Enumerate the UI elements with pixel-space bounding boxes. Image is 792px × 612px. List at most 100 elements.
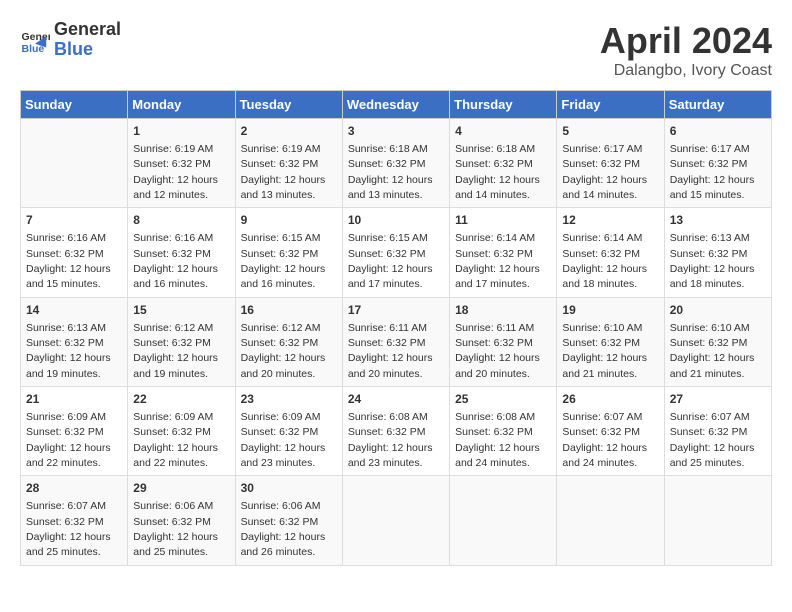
day-info: Sunrise: 6:12 AM Sunset: 6:32 PM Dayligh…: [133, 322, 218, 380]
day-number: 4: [455, 123, 551, 140]
title-block: April 2024 Dalangbo, Ivory Coast: [600, 20, 772, 80]
calendar-cell: 19 Sunrise: 6:10 AM Sunset: 6:32 PM Dayli…: [557, 297, 664, 386]
day-number: 2: [241, 123, 337, 140]
logo-icon: General Blue: [20, 25, 50, 55]
day-info: Sunrise: 6:11 AM Sunset: 6:32 PM Dayligh…: [455, 322, 540, 380]
page-header: General Blue General Blue April 2024 Dal…: [20, 20, 772, 80]
calendar-week-3: 14Sunrise: 6:13 AM Sunset: 6:32 PM Dayli…: [21, 297, 772, 386]
calendar-cell: 16 Sunrise: 6:12 AM Sunset: 6:32 PM Dayli…: [235, 297, 342, 386]
calendar-cell: 29 Sunrise: 6:06 AM Sunset: 6:32 PM Dayli…: [128, 476, 235, 565]
col-header-sunday: Sunday: [21, 91, 128, 119]
day-info: Sunrise: 6:08 AM Sunset: 6:32 PM Dayligh…: [455, 411, 540, 469]
calendar-cell: 27 Sunrise: 6:07 AM Sunset: 6:32 PM Dayli…: [664, 387, 771, 476]
calendar-body: 1 Sunrise: 6:19 AM Sunset: 6:32 PM Daylig…: [21, 119, 772, 566]
calendar-cell: 25 Sunrise: 6:08 AM Sunset: 6:32 PM Dayli…: [450, 387, 557, 476]
calendar-cell: 6Sunrise: 6:17 AM Sunset: 6:32 PM Daylig…: [664, 119, 771, 208]
day-info: Sunrise: 6:13 AM Sunset: 6:32 PM Dayligh…: [26, 322, 111, 380]
calendar-cell: 24 Sunrise: 6:08 AM Sunset: 6:32 PM Dayli…: [342, 387, 449, 476]
calendar-cell: 21 Sunrise: 6:09 AM Sunset: 6:32 PM Dayli…: [21, 387, 128, 476]
day-number: 16: [241, 302, 337, 319]
logo-text: General Blue: [54, 20, 121, 60]
day-number: 18: [455, 302, 551, 319]
day-number: 1: [133, 123, 229, 140]
calendar-cell: 12 Sunrise: 6:14 AM Sunset: 6:32 PM Dayli…: [557, 208, 664, 297]
col-header-monday: Monday: [128, 91, 235, 119]
day-info: Sunrise: 6:07 AM Sunset: 6:32 PM Dayligh…: [670, 411, 755, 469]
day-number: 15: [133, 302, 229, 319]
day-info: Sunrise: 6:10 AM Sunset: 6:32 PM Dayligh…: [670, 322, 755, 380]
calendar-cell: 5 Sunrise: 6:17 AM Sunset: 6:32 PM Daylig…: [557, 119, 664, 208]
day-info: Sunrise: 6:18 AM Sunset: 6:32 PM Dayligh…: [348, 143, 433, 201]
calendar-cell: 4 Sunrise: 6:18 AM Sunset: 6:32 PM Daylig…: [450, 119, 557, 208]
calendar-cell: 9 Sunrise: 6:15 AM Sunset: 6:32 PM Daylig…: [235, 208, 342, 297]
calendar-cell: [450, 476, 557, 565]
day-number: 5: [562, 123, 658, 140]
day-number: 28: [26, 480, 122, 497]
col-header-saturday: Saturday: [664, 91, 771, 119]
calendar-cell: [342, 476, 449, 565]
day-number: 3: [348, 123, 444, 140]
calendar-cell: 10Sunrise: 6:15 AM Sunset: 6:32 PM Dayli…: [342, 208, 449, 297]
day-info: Sunrise: 6:16 AM Sunset: 6:32 PM Dayligh…: [133, 232, 218, 290]
col-header-wednesday: Wednesday: [342, 91, 449, 119]
day-info: Sunrise: 6:06 AM Sunset: 6:32 PM Dayligh…: [241, 500, 326, 558]
calendar-cell: 22Sunrise: 6:09 AM Sunset: 6:32 PM Dayli…: [128, 387, 235, 476]
day-number: 27: [670, 391, 766, 408]
calendar-cell: 11 Sunrise: 6:14 AM Sunset: 6:32 PM Dayli…: [450, 208, 557, 297]
day-number: 30: [241, 480, 337, 497]
day-number: 22: [133, 391, 229, 408]
calendar-cell: 28Sunrise: 6:07 AM Sunset: 6:32 PM Dayli…: [21, 476, 128, 565]
day-info: Sunrise: 6:14 AM Sunset: 6:32 PM Dayligh…: [455, 232, 540, 290]
day-number: 23: [241, 391, 337, 408]
calendar-cell: 26Sunrise: 6:07 AM Sunset: 6:32 PM Dayli…: [557, 387, 664, 476]
day-info: Sunrise: 6:17 AM Sunset: 6:32 PM Dayligh…: [670, 143, 755, 201]
day-info: Sunrise: 6:18 AM Sunset: 6:32 PM Dayligh…: [455, 143, 540, 201]
day-number: 9: [241, 212, 337, 229]
day-number: 7: [26, 212, 122, 229]
calendar-header-row: SundayMondayTuesdayWednesdayThursdayFrid…: [21, 91, 772, 119]
col-header-tuesday: Tuesday: [235, 91, 342, 119]
day-info: Sunrise: 6:19 AM Sunset: 6:32 PM Dayligh…: [241, 143, 326, 201]
day-number: 11: [455, 212, 551, 229]
day-info: Sunrise: 6:09 AM Sunset: 6:32 PM Dayligh…: [26, 411, 111, 469]
day-number: 17: [348, 302, 444, 319]
calendar-week-2: 7 Sunrise: 6:16 AM Sunset: 6:32 PM Daylig…: [21, 208, 772, 297]
day-info: Sunrise: 6:06 AM Sunset: 6:32 PM Dayligh…: [133, 500, 218, 558]
day-info: Sunrise: 6:12 AM Sunset: 6:32 PM Dayligh…: [241, 322, 326, 380]
calendar-cell: [557, 476, 664, 565]
day-number: 19: [562, 302, 658, 319]
day-number: 25: [455, 391, 551, 408]
day-number: 10: [348, 212, 444, 229]
day-info: Sunrise: 6:11 AM Sunset: 6:32 PM Dayligh…: [348, 322, 433, 380]
day-number: 29: [133, 480, 229, 497]
day-number: 8: [133, 212, 229, 229]
day-number: 24: [348, 391, 444, 408]
day-number: 26: [562, 391, 658, 408]
day-info: Sunrise: 6:08 AM Sunset: 6:32 PM Dayligh…: [348, 411, 433, 469]
day-number: 21: [26, 391, 122, 408]
col-header-friday: Friday: [557, 91, 664, 119]
logo: General Blue General Blue: [20, 20, 121, 60]
calendar-cell: 3 Sunrise: 6:18 AM Sunset: 6:32 PM Daylig…: [342, 119, 449, 208]
day-info: Sunrise: 6:13 AM Sunset: 6:32 PM Dayligh…: [670, 232, 755, 290]
day-number: 12: [562, 212, 658, 229]
calendar-week-1: 1 Sunrise: 6:19 AM Sunset: 6:32 PM Daylig…: [21, 119, 772, 208]
main-title: April 2024: [600, 20, 772, 62]
day-info: Sunrise: 6:16 AM Sunset: 6:32 PM Dayligh…: [26, 232, 111, 290]
day-info: Sunrise: 6:19 AM Sunset: 6:32 PM Dayligh…: [133, 143, 218, 201]
calendar-table: SundayMondayTuesdayWednesdayThursdayFrid…: [20, 90, 772, 566]
calendar-week-5: 28Sunrise: 6:07 AM Sunset: 6:32 PM Dayli…: [21, 476, 772, 565]
svg-text:Blue: Blue: [22, 43, 45, 55]
calendar-cell: 8 Sunrise: 6:16 AM Sunset: 6:32 PM Daylig…: [128, 208, 235, 297]
calendar-cell: 17 Sunrise: 6:11 AM Sunset: 6:32 PM Dayli…: [342, 297, 449, 386]
calendar-cell: 14Sunrise: 6:13 AM Sunset: 6:32 PM Dayli…: [21, 297, 128, 386]
day-info: Sunrise: 6:15 AM Sunset: 6:32 PM Dayligh…: [241, 232, 326, 290]
day-info: Sunrise: 6:14 AM Sunset: 6:32 PM Dayligh…: [562, 232, 647, 290]
day-info: Sunrise: 6:17 AM Sunset: 6:32 PM Dayligh…: [562, 143, 647, 201]
col-header-thursday: Thursday: [450, 91, 557, 119]
calendar-cell: 30 Sunrise: 6:06 AM Sunset: 6:32 PM Dayli…: [235, 476, 342, 565]
calendar-cell: 13Sunrise: 6:13 AM Sunset: 6:32 PM Dayli…: [664, 208, 771, 297]
calendar-cell: 18 Sunrise: 6:11 AM Sunset: 6:32 PM Dayli…: [450, 297, 557, 386]
day-info: Sunrise: 6:10 AM Sunset: 6:32 PM Dayligh…: [562, 322, 647, 380]
calendar-cell: 2 Sunrise: 6:19 AM Sunset: 6:32 PM Daylig…: [235, 119, 342, 208]
